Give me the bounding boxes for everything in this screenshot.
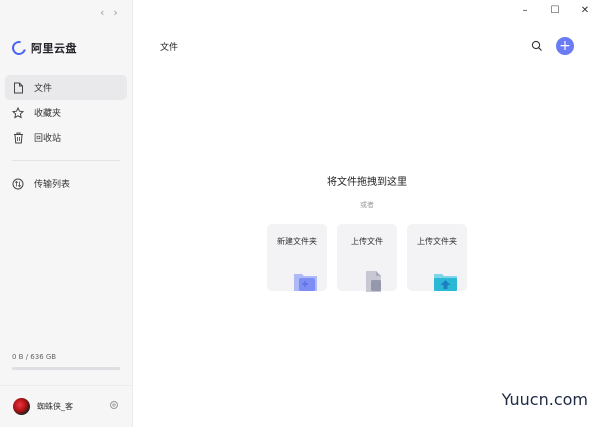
upload-file-button[interactable]: 上传文件 [337, 224, 397, 292]
drop-zone-or: 或者 [360, 201, 374, 209]
sidebar-nav: 文件 收藏夹 回收站 [5, 75, 127, 150]
storage-usage: 0 B / 636 GB [12, 353, 120, 370]
sidebar-divider [12, 160, 120, 161]
add-button[interactable]: + [556, 37, 574, 55]
new-folder-icon [293, 270, 319, 292]
sidebar-item-favorites[interactable]: 收藏夹 [5, 100, 127, 125]
file-icon [12, 82, 24, 94]
upload-folder-button[interactable]: 上传文件夹 [407, 224, 467, 291]
sidebar-item-label: 收藏夹 [34, 109, 62, 119]
sidebar-item-label: 文件 [34, 84, 53, 94]
sidebar-item-label: 回收站 [34, 134, 62, 144]
app-name: 阿里云盘 [31, 42, 77, 55]
trash-icon [12, 132, 24, 144]
sidebar-transfer: 传输列表 [5, 171, 127, 196]
aliyun-logo-icon [9, 38, 29, 58]
window-controls: – ☐ ✕ [510, 0, 600, 20]
app-logo: 阿里云盘 [9, 38, 77, 58]
new-folder-button[interactable]: 新建文件夹 [267, 224, 327, 291]
history-nav: ‹ › [100, 7, 118, 19]
card-label: 上传文件夹 [417, 237, 457, 246]
storage-text: 0 B / 636 GB [12, 353, 57, 361]
settings-icon[interactable] [109, 400, 119, 410]
avatar[interactable] [13, 398, 30, 415]
maximize-icon[interactable]: ☐ [540, 0, 570, 20]
search-icon[interactable] [531, 40, 543, 52]
card-label: 新建文件夹 [277, 237, 317, 246]
upload-folder-icon [433, 270, 459, 292]
forward-icon[interactable]: › [113, 7, 117, 19]
plus-icon: + [559, 38, 571, 54]
sidebar-item-files[interactable]: 文件 [5, 75, 127, 100]
page-title: 文件 [160, 43, 179, 53]
user-panel[interactable]: 蜘蛛侠_客 [0, 385, 133, 427]
sidebar-item-trash[interactable]: 回收站 [5, 125, 127, 150]
sidebar-item-label: 传输列表 [34, 180, 71, 190]
watermark: Yuucn.com [501, 390, 588, 409]
sidebar: ‹ › 阿里云盘 文件 收藏夹 回收站 传输列表 0 B / 636 GB 蜘蛛… [0, 0, 133, 427]
main-area: – ☐ ✕ 文件 + 将文件拖拽到这里 或者 新建文件夹 上传文件 上传文件夹 … [134, 0, 600, 427]
storage-bar [12, 367, 120, 370]
card-label: 上传文件 [351, 237, 383, 246]
close-icon[interactable]: ✕ [570, 0, 600, 20]
star-icon [12, 106, 24, 119]
sidebar-item-transfer[interactable]: 传输列表 [5, 171, 127, 196]
transfer-icon [12, 178, 24, 190]
upload-file-icon [363, 270, 389, 292]
drop-zone-title: 将文件拖拽到这里 [327, 177, 407, 188]
username: 蜘蛛侠_客 [37, 402, 73, 411]
back-icon[interactable]: ‹ [100, 7, 104, 19]
minimize-icon[interactable]: – [510, 0, 540, 20]
